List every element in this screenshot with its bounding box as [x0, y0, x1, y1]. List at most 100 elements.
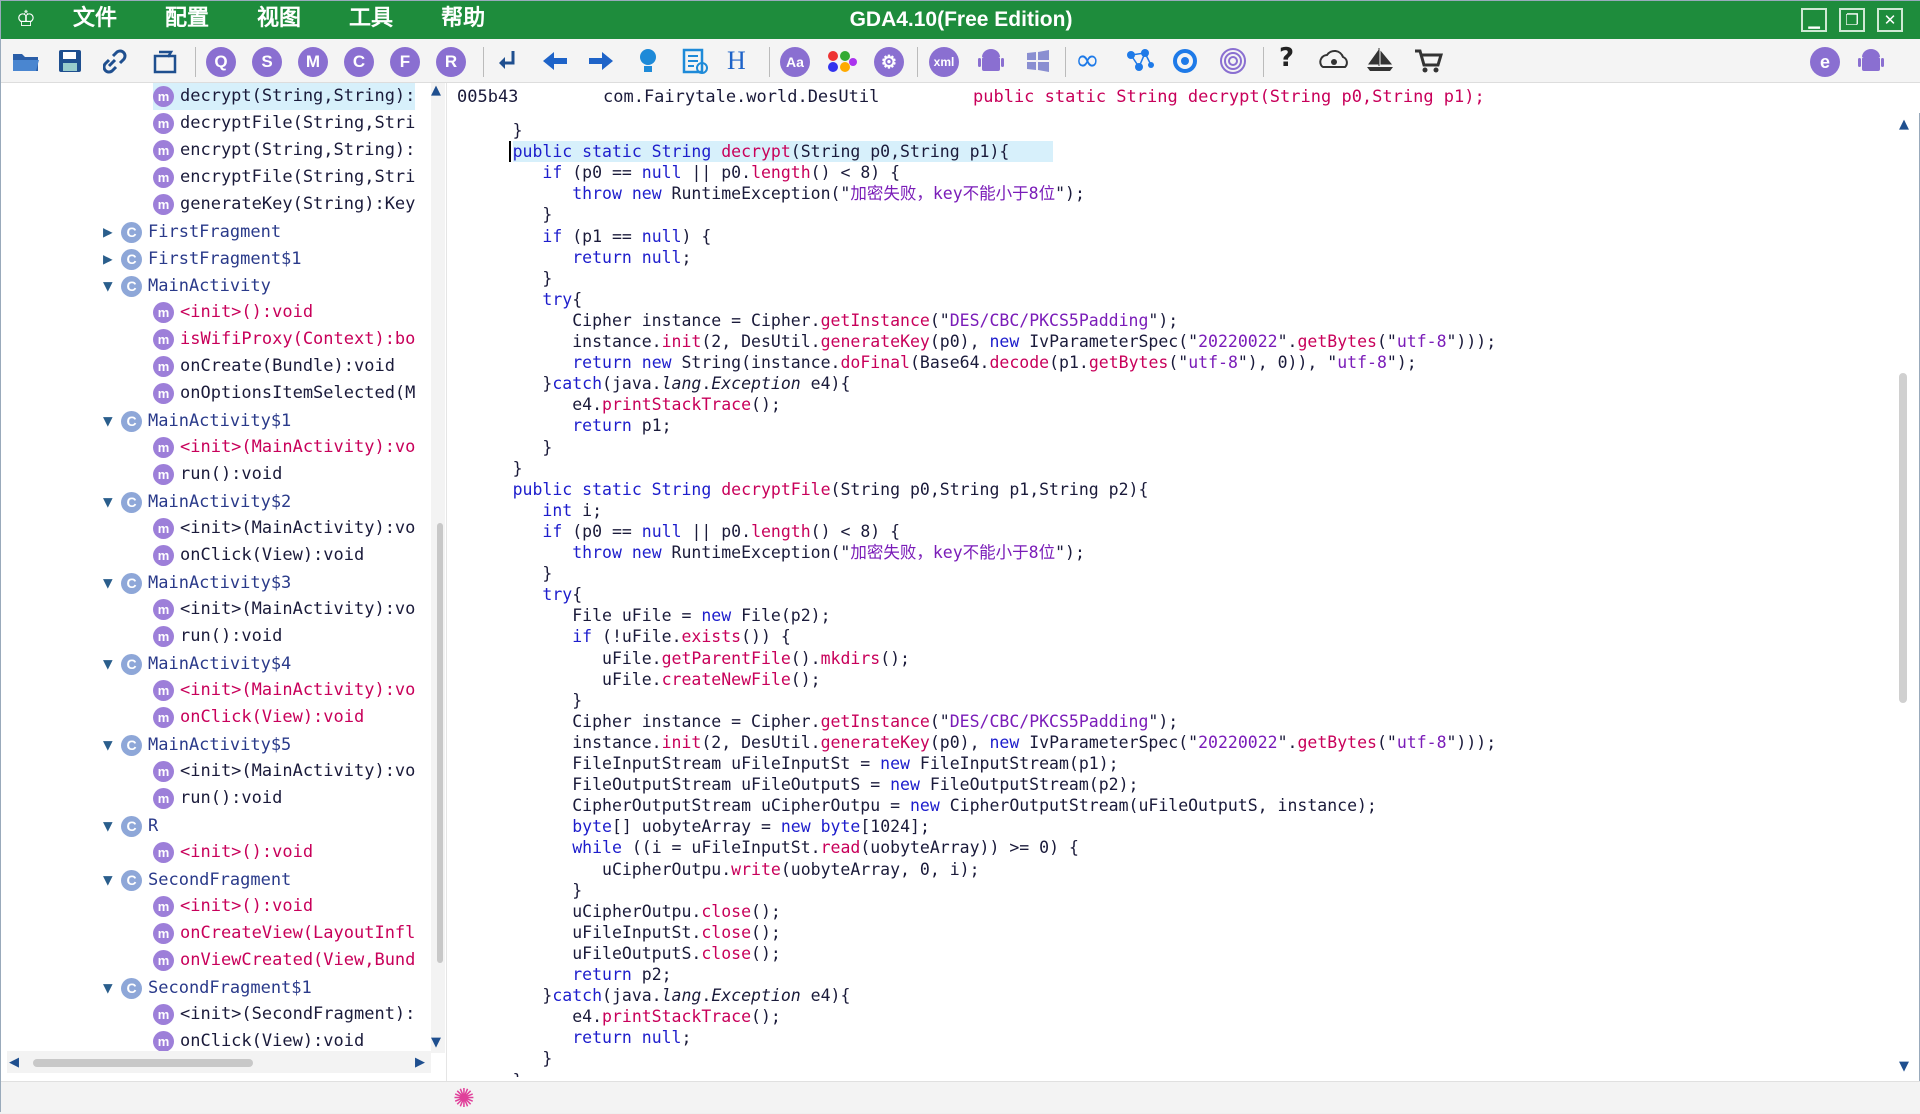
tree-method-node[interactable]: m <init>(MainActivity):vo	[153, 515, 415, 542]
tree-method-node[interactable]: m onOptionsItemSelected(M	[153, 380, 415, 407]
tree-class-node[interactable]: ▼ C MainActivity$1	[103, 407, 291, 434]
tree-method-node[interactable]: m <init>():void	[153, 299, 313, 326]
collapse-arrow-icon[interactable]: ▼	[103, 488, 121, 515]
tree-class-node[interactable]: ▼ C MainActivity$4	[103, 650, 291, 677]
android-right-icon[interactable]	[1857, 47, 1885, 75]
code-scroll-down-arrow-icon[interactable]: ▼	[1899, 1059, 1909, 1074]
scroll-right-arrow-icon[interactable]: ▶	[415, 1055, 425, 1070]
hex-icon[interactable]: H	[727, 46, 746, 76]
tree-method-node[interactable]: m onViewCreated(View,Bund	[153, 947, 415, 974]
scroll-down-arrow-icon[interactable]: ▼	[431, 1035, 441, 1050]
scroll-left-arrow-icon[interactable]: ◀	[9, 1055, 19, 1070]
search-c-button[interactable]: C	[344, 47, 374, 77]
save-icon[interactable]	[57, 48, 83, 74]
tree-class-node[interactable]: ▶ C FirstFragment	[103, 218, 281, 245]
maximize-button[interactable]: ❐	[1839, 8, 1865, 32]
tree-method-node[interactable]: m onCreate(Bundle):void	[153, 353, 395, 380]
cart-icon[interactable]	[1413, 47, 1443, 75]
windows-icon[interactable]	[1025, 48, 1051, 74]
tree-method-node[interactable]: m <init>(MainActivity):vo	[153, 758, 415, 785]
scroll-up-arrow-icon[interactable]: ▲	[431, 83, 441, 98]
collapse-arrow-icon[interactable]: ▼	[103, 731, 121, 758]
search-q-button[interactable]: Q	[206, 47, 236, 77]
gear-icon[interactable]: ⚙	[874, 47, 904, 77]
collapse-arrow-icon[interactable]: ▼	[103, 272, 121, 299]
tree-class-node[interactable]: ▼ C MainActivity$3	[103, 569, 291, 596]
collapse-arrow-icon[interactable]: ▼	[103, 974, 121, 1001]
refresh-icon[interactable]	[151, 48, 179, 74]
goto-icon[interactable]	[495, 48, 521, 74]
tree-class-node[interactable]: ▼ C R	[103, 812, 158, 839]
tree-method-node[interactable]: m encryptFile(String,Stri	[153, 164, 415, 191]
expand-arrow-icon[interactable]: ▶	[103, 218, 121, 245]
code-editor[interactable]: } public static String decrypt(String p0…	[453, 115, 1893, 1077]
search-s-button[interactable]: S	[252, 47, 282, 77]
minimize-button[interactable]: ▁	[1801, 8, 1827, 32]
tree-method-node[interactable]: m encrypt(String,String):	[153, 137, 415, 164]
back-arrow-icon[interactable]	[541, 48, 569, 74]
tree-method-node[interactable]: m <init>(MainActivity):vo	[153, 596, 415, 623]
tree-class-node[interactable]: ▼ C MainActivity$5	[103, 731, 291, 758]
string-aa-button[interactable]: Aa	[780, 47, 810, 77]
menu-item-3[interactable]: 工具	[325, 1, 417, 39]
link-icon[interactable]	[103, 48, 131, 74]
eye-cloud-icon[interactable]	[1317, 47, 1351, 75]
tree-method-node[interactable]: m onClick(View):void	[153, 542, 364, 569]
tree-method-node[interactable]: m <init>(MainActivity):vo	[153, 677, 415, 704]
menu-item-0[interactable]: 文件	[49, 1, 141, 39]
fingerprint-icon[interactable]	[1219, 47, 1247, 75]
close-button[interactable]: ✕	[1877, 8, 1903, 32]
tree-class-node[interactable]: ▼ C MainActivity	[103, 272, 271, 299]
collapse-arrow-icon[interactable]: ▼	[103, 407, 121, 434]
tree-method-node[interactable]: m onCreateView(LayoutInfl	[153, 920, 415, 947]
scan-icon[interactable]	[681, 47, 709, 75]
tree-method-node[interactable]: m decryptFile(String,Stri	[153, 110, 415, 137]
tree-class-node[interactable]: ▼ C MainActivity$2	[103, 488, 291, 515]
menu-item-1[interactable]: 配置	[141, 1, 233, 39]
open-folder-icon[interactable]	[11, 48, 41, 74]
tree-method-node[interactable]: m <init>(SecondFragment):	[153, 1001, 415, 1028]
nodes-icon[interactable]	[1125, 47, 1155, 75]
help-icon[interactable]: ?	[1279, 43, 1294, 73]
tree-class-node[interactable]: ▼ C SecondFragment$1	[103, 974, 312, 1001]
method-badge-icon: m	[153, 787, 174, 809]
e-icon[interactable]: e	[1810, 47, 1840, 77]
collapse-arrow-icon[interactable]: ▼	[103, 812, 121, 839]
tree-method-node[interactable]: m run():void	[153, 623, 282, 650]
app-logo-icon[interactable]: ♔	[9, 6, 43, 34]
tree-hscroll-thumb[interactable]	[33, 1059, 253, 1067]
collapse-arrow-icon[interactable]: ▼	[103, 650, 121, 677]
code-scroll-thumb[interactable]	[1899, 373, 1907, 703]
color-dots-icon[interactable]	[825, 48, 857, 74]
menu-item-2[interactable]: 视图	[233, 1, 325, 39]
tree-class-node[interactable]: ▼ C SecondFragment	[103, 866, 291, 893]
xml-button[interactable]: xml	[929, 47, 959, 77]
code-line: CipherOutputStream uCipherOutpu = new Ci…	[453, 796, 1377, 816]
code-scroll-up-arrow-icon[interactable]: ▲	[1899, 117, 1909, 132]
circle-icon[interactable]	[1171, 47, 1199, 75]
search-r-button[interactable]: R	[436, 47, 466, 77]
search-f-button[interactable]: F	[390, 47, 420, 77]
menu-item-4[interactable]: 帮助	[417, 1, 509, 39]
expand-arrow-icon[interactable]: ▶	[103, 245, 121, 272]
infinity-icon[interactable]: ∞	[1075, 43, 1100, 78]
android-icon[interactable]	[977, 47, 1005, 75]
bulb-icon[interactable]	[635, 47, 661, 75]
collapse-arrow-icon[interactable]: ▼	[103, 569, 121, 596]
tree-method-node[interactable]: m isWifiProxy(Context):bo	[153, 326, 415, 353]
forward-arrow-icon[interactable]	[587, 48, 615, 74]
ship-icon[interactable]	[1365, 46, 1395, 74]
collapse-arrow-icon[interactable]: ▼	[103, 866, 121, 893]
tree-method-node[interactable]: m decrypt(String,String):	[153, 83, 416, 110]
search-m-button[interactable]: M	[298, 47, 328, 77]
tree-method-node[interactable]: m onClick(View):void	[153, 704, 364, 731]
tree-class-node[interactable]: ▶ C FirstFragment$1	[103, 245, 302, 272]
tree-method-node[interactable]: m generateKey(String):Key	[153, 191, 415, 218]
tree-method-node[interactable]: m run():void	[153, 785, 282, 812]
tree-method-node[interactable]: m run():void	[153, 461, 282, 488]
tree-method-node[interactable]: m <init>(MainActivity):vo	[153, 434, 415, 461]
tree-method-node[interactable]: m <init>():void	[153, 893, 313, 920]
tree-scroll-thumb[interactable]	[437, 523, 443, 963]
tree-method-node[interactable]: m <init>():void	[153, 839, 313, 866]
code-vertical-scrollbar[interactable]: ▲ ▼	[1893, 115, 1917, 1077]
